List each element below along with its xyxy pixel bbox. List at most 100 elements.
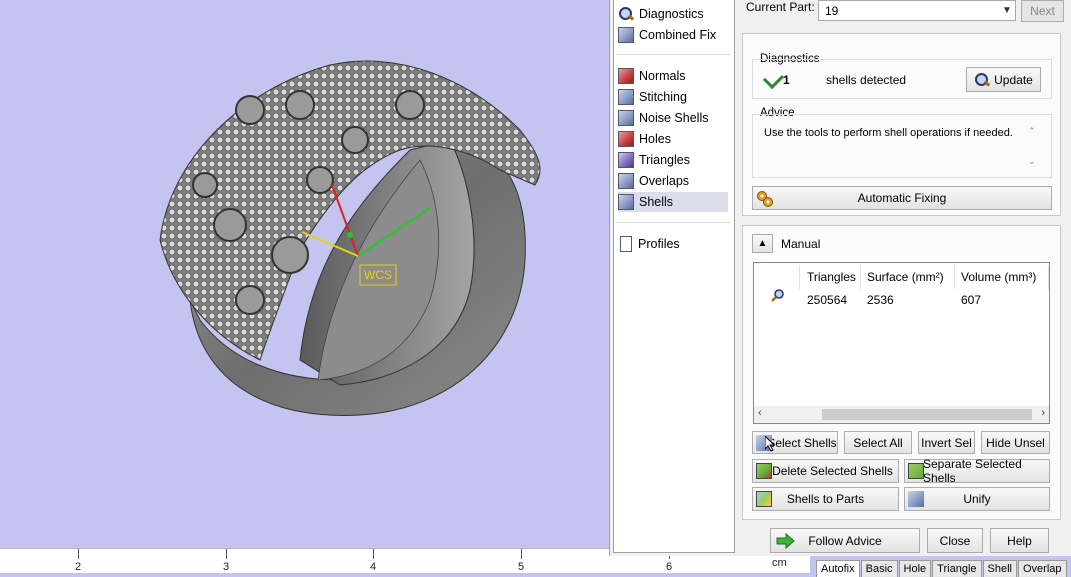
magnifier-icon[interactable]	[770, 288, 786, 304]
update-button[interactable]: Update	[966, 67, 1041, 92]
document-icon	[620, 236, 632, 252]
automatic-fixing-button[interactable]: Automatic Fixing	[752, 186, 1052, 210]
nav-stitching[interactable]: Stitching	[618, 87, 728, 107]
normals-icon	[618, 68, 634, 84]
tab-shell[interactable]: Shell	[982, 560, 1017, 577]
ruler-tick-label: 4	[370, 561, 377, 573]
shells-to-parts-label: Shells to Parts	[786, 492, 865, 506]
cell-surface: 2536	[867, 293, 894, 307]
table-header-icon-col	[754, 265, 800, 289]
chevron-up-icon: ▲	[757, 238, 768, 249]
nav-profiles[interactable]: Profiles	[618, 234, 728, 254]
select-shells-label: Select Shells	[767, 435, 837, 450]
scrollbar-thumb[interactable]	[822, 409, 1032, 420]
nav-shells[interactable]: Shells	[618, 192, 728, 212]
delete-selected-shells-button[interactable]: Delete Selected Shells	[752, 459, 899, 483]
nav-label: Overlaps	[639, 174, 690, 188]
3d-viewport[interactable]: WCS	[0, 0, 610, 550]
delete-selected-shells-label: Delete Selected Shells	[772, 464, 893, 478]
ruler-tick-label: 3	[223, 561, 230, 573]
magnifier-icon	[618, 6, 634, 22]
overlaps-icon	[618, 173, 634, 189]
separate-shells-icon	[908, 463, 924, 479]
automatic-fixing-label: Automatic Fixing	[857, 191, 947, 205]
tab-triangle[interactable]: Triangle	[932, 560, 982, 577]
separate-selected-shells-button[interactable]: Separate Selected Shells	[904, 457, 1050, 485]
nav-holes[interactable]: Holes	[618, 129, 728, 149]
shells-table[interactable]: Triangles Surface (mm²) Volume (mm³) 250…	[753, 262, 1050, 424]
scroll-right-icon[interactable]: ›	[1041, 407, 1045, 419]
ring-model	[159, 60, 541, 417]
nav-label: Shells	[639, 195, 674, 209]
ruler-tick-label: 5	[518, 561, 525, 573]
nav-overlaps[interactable]: Overlaps	[618, 171, 728, 191]
nav-label: Triangles	[639, 153, 690, 167]
nav-label: Diagnostics	[639, 7, 704, 21]
tab-overlap[interactable]: Overlap	[1017, 560, 1067, 577]
current-part-select[interactable]: 19 ▼	[818, 0, 1016, 21]
current-part-value: 19	[825, 4, 839, 18]
scroll-up-icon[interactable]: ⌃	[1028, 126, 1036, 137]
table-header-surface[interactable]: Surface (mm²)	[861, 265, 955, 289]
nav-label: Stitching	[639, 90, 687, 104]
chevron-down-icon: ▼	[1002, 5, 1012, 16]
bottom-tab-bar: Autofix Basic Hole Triangle Shell Overla…	[816, 560, 1068, 577]
unify-button[interactable]: Unify	[904, 487, 1050, 511]
shells-to-parts-icon	[756, 491, 772, 507]
invert-sel-button[interactable]: Invert Sel	[918, 431, 975, 454]
shell-count: 1	[783, 73, 790, 87]
cell-triangles: 250564	[807, 293, 848, 307]
fix-nav-panel: Diagnostics Combined Fix Normals Stitchi…	[613, 0, 735, 553]
nav-combined-fix[interactable]: Combined Fix	[618, 25, 728, 45]
triangles-icon	[618, 152, 634, 168]
tab-autofix[interactable]: Autofix	[816, 560, 860, 577]
ruler-tick-label: 6	[666, 561, 673, 573]
arrow-right-icon	[775, 532, 795, 550]
nav-noise-shells[interactable]: Noise Shells	[618, 108, 728, 128]
shells-detected-text: shells detected	[826, 73, 907, 87]
nav-triangles[interactable]: Triangles	[618, 150, 728, 170]
shells-icon	[618, 194, 634, 210]
unify-label: Unify	[963, 492, 991, 506]
current-part-label: Current Part:	[746, 0, 815, 14]
update-label: Update	[994, 72, 1033, 87]
scroll-down-icon[interactable]: ⌄	[1028, 156, 1036, 167]
holes-icon	[618, 131, 634, 147]
delete-shells-icon	[756, 463, 772, 479]
cell-volume: 607	[961, 293, 982, 307]
follow-advice-button[interactable]: Follow Advice	[770, 528, 920, 553]
cube-icon	[618, 27, 634, 43]
select-all-button[interactable]: Select All	[844, 431, 912, 454]
unify-icon	[908, 491, 924, 507]
advice-text: Use the tools to perform shell operation…	[764, 127, 1013, 139]
ruler-unit: cm	[772, 557, 787, 569]
nav-label: Profiles	[638, 237, 680, 251]
nav-diagnostics[interactable]: Diagnostics	[618, 4, 728, 24]
shells-to-parts-button[interactable]: Shells to Parts	[752, 487, 899, 511]
table-header-volume[interactable]: Volume (mm³)	[955, 265, 1049, 289]
nav-label: Combined Fix	[639, 28, 717, 42]
stitching-icon	[618, 89, 634, 105]
mouse-cursor	[764, 434, 777, 452]
magnifier-icon	[974, 72, 990, 88]
manual-title: Manual	[781, 237, 821, 251]
nav-label: Normals	[639, 69, 686, 83]
table-header-triangles[interactable]: Triangles	[801, 265, 861, 289]
horizontal-scrollbar[interactable]: ‹ ›	[754, 406, 1049, 423]
wcs-label: WCS	[364, 268, 392, 282]
separate-selected-shells-label: Separate Selected Shells	[923, 457, 1022, 485]
help-button[interactable]: Help	[990, 528, 1049, 553]
close-button[interactable]: Close	[927, 528, 983, 553]
gears-icon	[756, 190, 774, 208]
tab-basic[interactable]: Basic	[860, 560, 898, 577]
ruler-tick-label: 2	[75, 561, 82, 573]
collapse-button[interactable]: ▲	[752, 234, 773, 253]
tab-hole[interactable]: Hole	[898, 560, 932, 577]
noise-shells-icon	[618, 110, 634, 126]
next-button[interactable]: Next	[1021, 0, 1064, 22]
scroll-left-icon[interactable]: ‹	[758, 407, 762, 419]
follow-advice-label: Follow Advice	[808, 533, 882, 548]
hide-unsel-button[interactable]: Hide Unsel	[981, 431, 1050, 454]
nav-normals[interactable]: Normals	[618, 66, 728, 86]
nav-label: Holes	[639, 132, 671, 146]
